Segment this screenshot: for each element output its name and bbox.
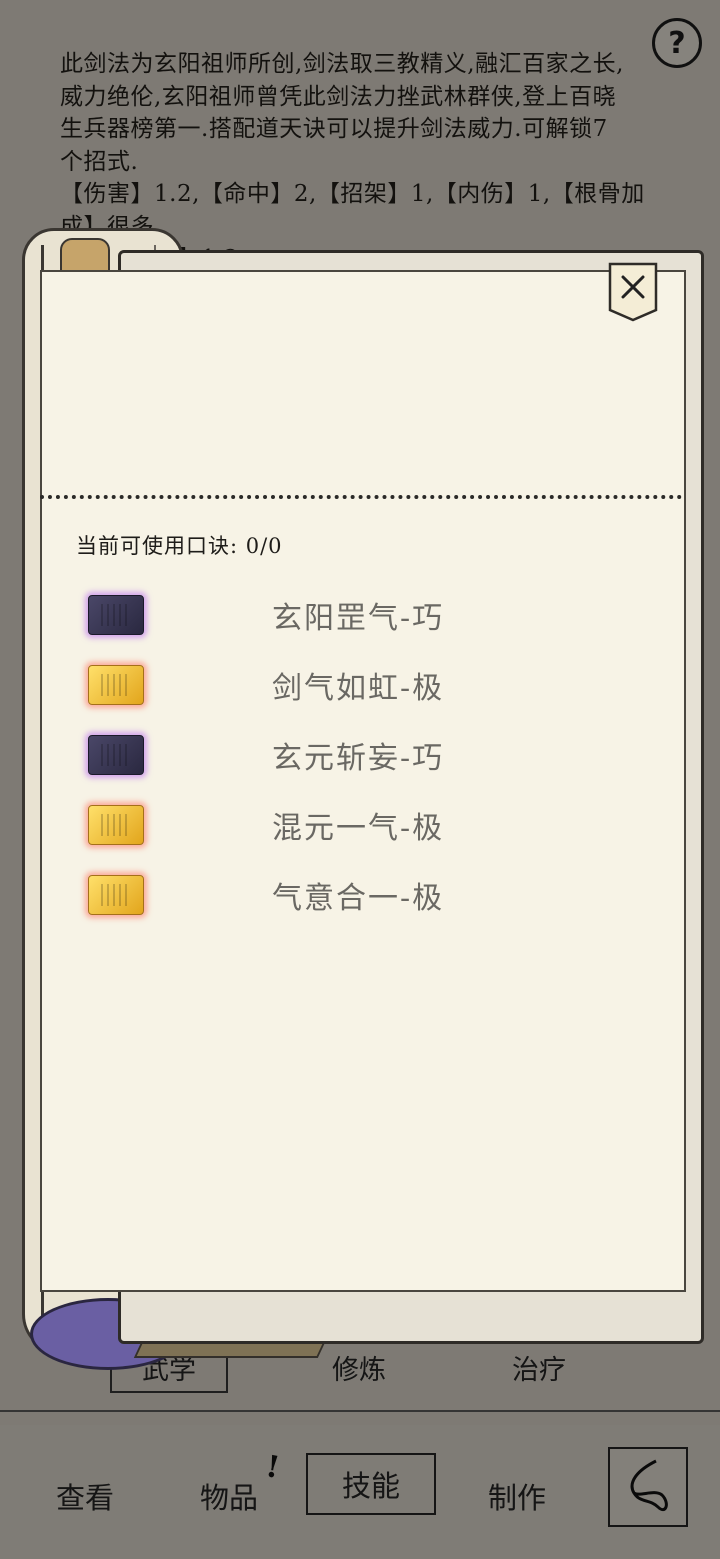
gold-book-icon bbox=[88, 665, 144, 705]
formula-item[interactable]: 气意合一-极 bbox=[0, 865, 720, 925]
close-button[interactable] bbox=[608, 262, 658, 322]
formula-name: 混元一气-极 bbox=[272, 811, 445, 846]
dotted-divider bbox=[40, 495, 682, 499]
formula-name: 剑气如虹-极 bbox=[272, 671, 445, 706]
formula-item[interactable]: 玄元斩妄-巧 bbox=[0, 725, 720, 785]
formula-item[interactable]: 剑气如虹-极 bbox=[0, 655, 720, 715]
purple-book-icon bbox=[88, 595, 144, 635]
gold-book-icon bbox=[88, 805, 144, 845]
formula-item[interactable]: 玄阳罡气-巧 bbox=[0, 585, 720, 645]
available-formula-count: 当前可使用口诀: 0/0 bbox=[76, 534, 283, 558]
formula-item[interactable]: 混元一气-极 bbox=[0, 795, 720, 855]
purple-book-icon bbox=[88, 735, 144, 775]
formula-name: 玄阳罡气-巧 bbox=[272, 601, 445, 636]
formula-name: 气意合一-极 bbox=[272, 881, 445, 916]
formula-name: 玄元斩妄-巧 bbox=[272, 741, 445, 776]
gold-book-icon bbox=[88, 875, 144, 915]
close-icon bbox=[608, 262, 658, 322]
